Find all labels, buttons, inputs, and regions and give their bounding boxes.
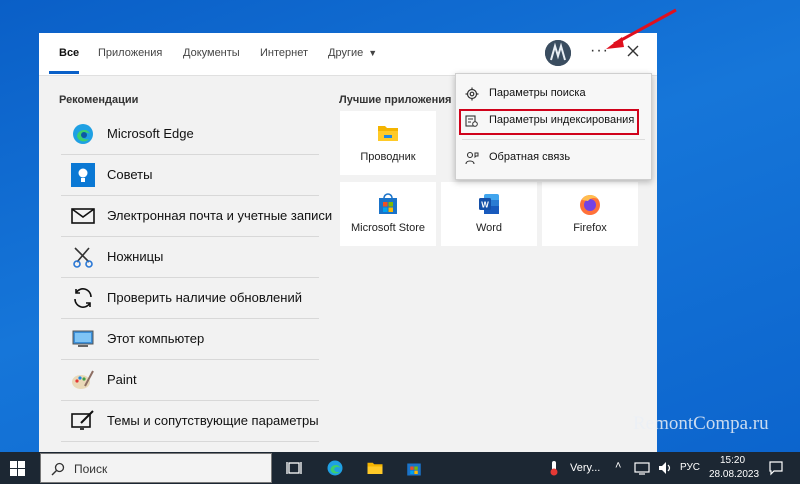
list-item-label: Советы	[107, 167, 153, 182]
weather-text[interactable]: Very...	[570, 462, 600, 474]
top-apps-title: Лучшие приложения	[339, 94, 452, 106]
list-item[interactable]: Ножницы	[61, 236, 319, 278]
app-tile-label: Microsoft Store	[351, 222, 425, 234]
explorer-taskbar-icon[interactable]	[366, 459, 384, 477]
list-item-label: Ножницы	[107, 249, 164, 264]
recommendations-title: Рекомендации	[59, 94, 139, 106]
weather-icon[interactable]	[545, 459, 563, 477]
store-icon	[379, 193, 397, 214]
list-item-label: Этот компьютер	[107, 331, 205, 346]
mail-icon	[71, 208, 95, 224]
active-tab-indicator	[49, 71, 79, 74]
windows-start-icon[interactable]	[10, 461, 25, 476]
tab-other-label: Другие	[328, 47, 364, 59]
app-tile-label: Проводник	[360, 151, 416, 163]
list-item[interactable]: Paint	[61, 359, 319, 401]
app-tile-word[interactable]: W Word	[441, 182, 537, 246]
themes-icon	[71, 410, 94, 430]
list-item-label: Проверить наличие обновлений	[107, 290, 302, 305]
chevron-up-icon[interactable]: ˄	[615, 460, 621, 472]
tab-apps[interactable]: Приложения	[98, 47, 162, 59]
language-indicator[interactable]: РУС	[680, 462, 700, 473]
taskbar-search-box[interactable]: Поиск	[40, 453, 272, 483]
list-item[interactable]: Советы	[61, 154, 319, 196]
app-tile-explorer[interactable]: Проводник	[340, 111, 436, 175]
list-item-label: Электронная почта и учетные записи	[107, 208, 333, 223]
menu-item-label: Обратная связь	[489, 151, 571, 163]
menu-item-search-settings[interactable]: Параметры поиска	[456, 83, 651, 105]
tab-documents[interactable]: Документы	[183, 47, 240, 59]
tab-all[interactable]: Все	[59, 47, 79, 59]
update-icon	[74, 288, 92, 308]
more-options-menu: Параметры поиска Параметры индексировани…	[455, 73, 652, 180]
list-item[interactable]: Электронная почта и учетные записи	[61, 195, 332, 237]
annotation-arrow-icon	[606, 8, 677, 49]
taskbar: Поиск Very... ˄ РУС 15:20 28.08.2023	[0, 452, 800, 484]
firefox-icon	[580, 194, 600, 215]
gear-icon	[465, 87, 479, 101]
notification-icon[interactable]	[768, 460, 784, 476]
watermark: RemontCompa.ru	[633, 413, 769, 434]
menu-item-label: Параметры поиска	[489, 87, 586, 99]
list-item-label: Paint	[107, 372, 137, 387]
menu-item-feedback[interactable]: Обратная связь	[456, 147, 651, 169]
list-item-label: Темы и сопутствующие параметры	[107, 413, 319, 428]
edge-icon	[73, 124, 93, 144]
search-icon	[51, 462, 65, 476]
chevron-down-icon: ▼	[368, 48, 378, 58]
clock-date[interactable]: 28.08.2023	[709, 469, 759, 480]
word-icon: W	[479, 194, 499, 214]
edge-taskbar-icon[interactable]	[326, 459, 344, 477]
task-view-icon[interactable]	[285, 459, 303, 477]
search-placeholder: Поиск	[74, 462, 108, 476]
list-item[interactable]: Проверить наличие обновлений	[61, 277, 319, 319]
highlight-frame	[459, 109, 639, 135]
search-tabs-bar: Все Приложения Документы Интернет Другие…	[39, 33, 657, 76]
tips-icon	[71, 163, 95, 187]
app-tile-firefox[interactable]: Firefox	[542, 182, 638, 246]
tab-internet[interactable]: Интернет	[260, 47, 308, 59]
app-tile-label: Firefox	[573, 222, 607, 234]
volume-icon[interactable]	[657, 460, 673, 476]
list-item-label: Microsoft Edge	[107, 126, 194, 141]
app-tile-store[interactable]: Microsoft Store	[340, 182, 436, 246]
list-item[interactable]: Темы и сопутствующие параметры	[61, 400, 319, 442]
store-taskbar-icon[interactable]	[405, 459, 423, 477]
explorer-icon	[378, 126, 398, 141]
feedback-icon	[465, 151, 479, 165]
paint-icon	[72, 370, 94, 389]
list-item[interactable]: Этот компьютер	[61, 318, 319, 360]
list-item[interactable]: Microsoft Edge	[61, 113, 319, 155]
menu-divider	[462, 139, 645, 140]
snipping-icon	[73, 247, 93, 268]
avatar[interactable]	[545, 40, 571, 66]
computer-icon	[72, 330, 94, 347]
tab-other[interactable]: Другие ▼	[328, 47, 377, 59]
svg-text:W: W	[481, 201, 489, 210]
clock-time[interactable]: 15:20	[720, 455, 745, 466]
network-icon[interactable]	[634, 460, 650, 476]
app-tile-label: Word	[475, 222, 503, 234]
